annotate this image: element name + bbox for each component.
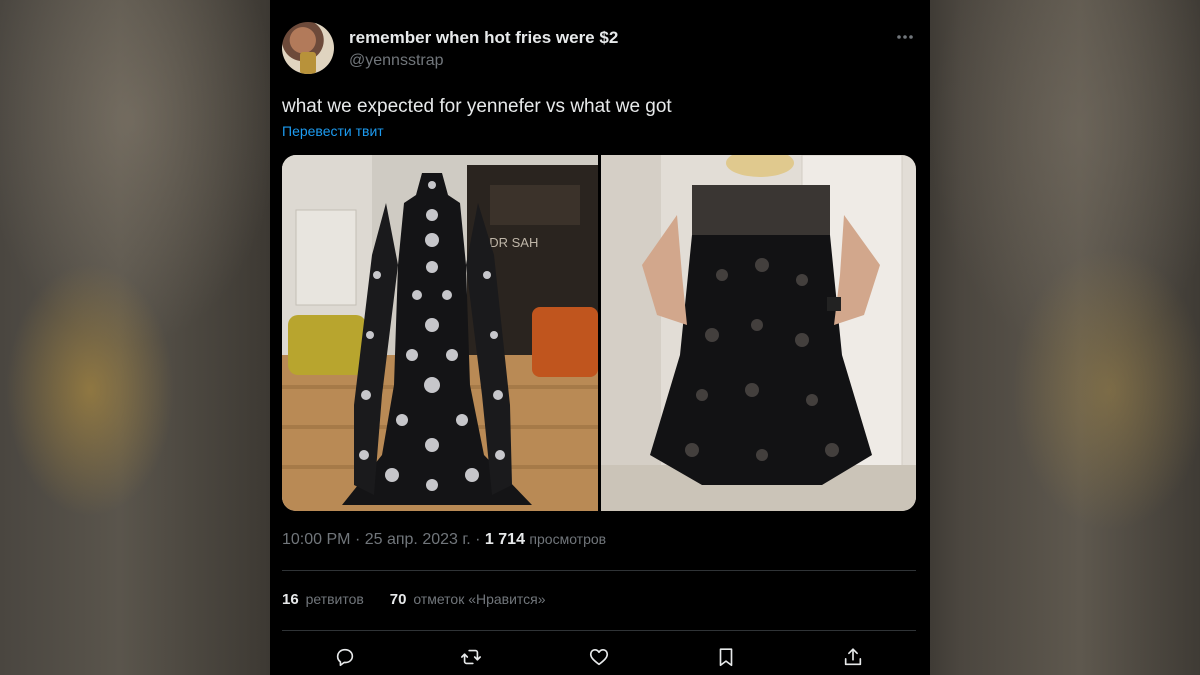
tweet-stats: 16 ретвитов 70 отметок «Нравится» — [282, 591, 568, 608]
retweet-button[interactable] — [456, 642, 486, 672]
tweet-text: what we expected for yennefer vs what we… — [282, 96, 672, 117]
heart-icon — [589, 649, 609, 666]
share-icon — [844, 648, 862, 666]
translate-tweet-link[interactable]: Перевести твит — [282, 123, 384, 139]
media-image-got[interactable] — [601, 155, 916, 511]
divider — [282, 570, 916, 571]
like-button[interactable] — [584, 642, 614, 672]
divider — [282, 630, 916, 631]
tweet-meta: 10:00 PM · 25 апр. 2023 г. · 1 714 просм… — [282, 531, 606, 549]
tweet-date[interactable]: 25 апр. 2023 г. — [365, 531, 471, 548]
action-bar — [270, 642, 930, 672]
views-label: просмотров — [529, 531, 607, 547]
author-name[interactable]: remember when hot fries were $2 — [349, 28, 618, 48]
bookmark-button[interactable] — [711, 642, 741, 672]
more-dots-icon — [897, 35, 913, 39]
retweet-icon — [461, 649, 481, 665]
views-count: 1 714 — [484, 531, 525, 548]
tweet-card: remember when hot fries were $2 @yennsst… — [270, 0, 930, 675]
reply-icon — [336, 648, 354, 667]
retweets-label: ретвитов — [305, 591, 364, 607]
retweets-stat[interactable]: 16 ретвитов — [282, 591, 364, 608]
avatar[interactable] — [282, 22, 334, 74]
meta-separator-2: · — [475, 531, 481, 548]
tweet-media[interactable]: LDR SAH — [282, 155, 916, 511]
likes-stat[interactable]: 70 отметок «Нравится» — [390, 591, 546, 608]
tweet-time[interactable]: 10:00 PM — [282, 531, 350, 548]
more-options-button[interactable] — [892, 26, 918, 48]
media-image-expected[interactable]: LDR SAH — [282, 155, 598, 511]
reply-button[interactable] — [330, 642, 360, 672]
meta-separator: · — [354, 531, 361, 548]
author-handle[interactable]: @yennsstrap — [349, 52, 444, 70]
media-images: LDR SAH — [282, 155, 916, 511]
bookmark-icon — [719, 648, 733, 667]
likes-label: отметок «Нравится» — [413, 591, 546, 607]
share-button[interactable] — [838, 642, 868, 672]
likes-count: 70 — [389, 591, 407, 608]
retweets-count: 16 — [282, 591, 299, 608]
